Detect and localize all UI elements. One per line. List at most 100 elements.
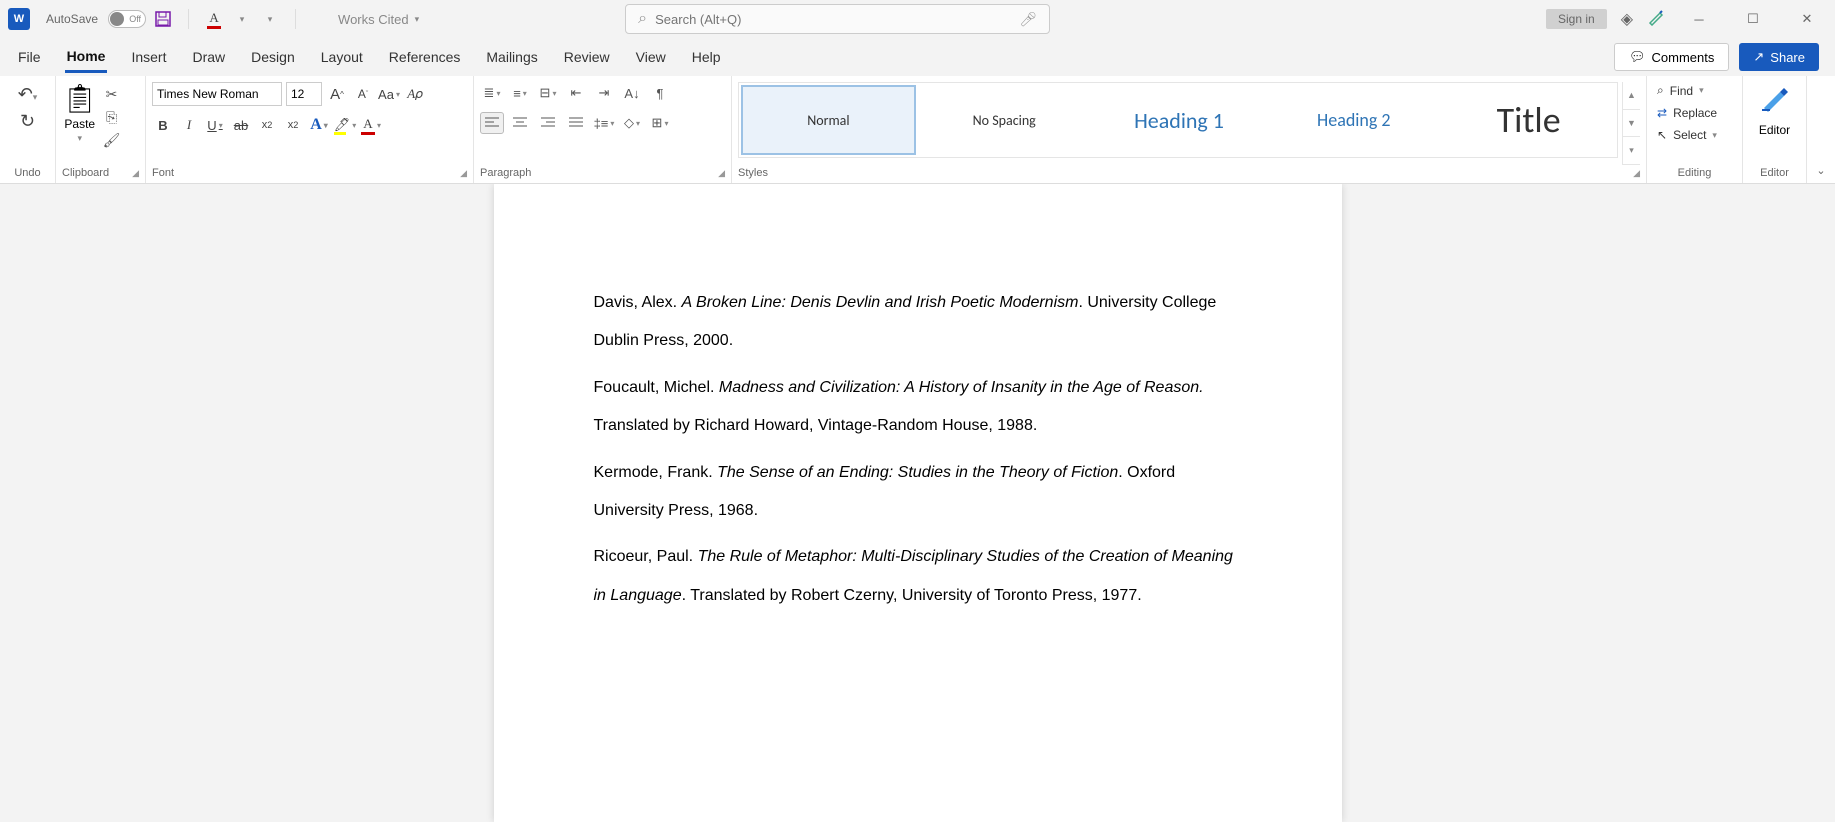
document-area[interactable]: Davis, Alex. A Broken Line: Denis Devlin… [0, 184, 1835, 822]
justify-button[interactable] [564, 112, 588, 134]
comments-button[interactable]: 💬︎ Comments [1614, 43, 1729, 71]
titlebar-right: Sign in ◈ ─ ☐ ✕ [1546, 4, 1827, 34]
tab-references[interactable]: References [387, 43, 463, 71]
tab-insert[interactable]: Insert [129, 43, 168, 71]
comment-icon: 💬︎ [1629, 49, 1646, 65]
line-spacing-button[interactable]: ‡≡ [592, 112, 616, 134]
show-marks-button[interactable]: ¶ [648, 82, 672, 104]
document-title[interactable]: Works Cited ▾ [338, 12, 419, 27]
sign-in-button[interactable]: Sign in [1546, 9, 1607, 29]
highlight-button[interactable]: 🖊︎ [334, 114, 356, 136]
sort-button[interactable]: A↓ [620, 82, 644, 104]
maximize-button[interactable]: ☐ [1733, 4, 1773, 34]
borders-button[interactable]: ⊞ [648, 112, 672, 134]
group-paragraph: ≣ ≡ ⊟ ⇤ ⇥ A↓ ¶ [474, 76, 732, 183]
style-title[interactable]: Title [1442, 85, 1615, 155]
qat-dropdown-icon[interactable]: ▾ [231, 8, 253, 30]
divider [295, 9, 296, 29]
style-heading-2[interactable]: Heading 2 [1267, 85, 1440, 155]
dialog-launcher-icon[interactable]: ◢ [718, 168, 725, 179]
divider [188, 9, 189, 29]
close-button[interactable]: ✕ [1787, 4, 1827, 34]
find-label: Find [1670, 84, 1693, 98]
tab-home[interactable]: Home [65, 42, 108, 73]
minimize-button[interactable]: ─ [1679, 4, 1719, 34]
search-icon: ⌕ [638, 10, 647, 28]
change-case-button[interactable]: Aa [378, 83, 400, 105]
qat-customize-icon[interactable]: ▾ [259, 8, 281, 30]
styles-expand[interactable]: ▾ [1623, 137, 1640, 165]
copy-icon[interactable]: ⎘ [102, 109, 122, 126]
tab-file[interactable]: File [16, 43, 43, 71]
tab-design[interactable]: Design [249, 43, 297, 71]
page[interactable]: Davis, Alex. A Broken Line: Denis Devlin… [494, 184, 1342, 822]
font-color-qat[interactable]: A [203, 8, 225, 30]
superscript-button[interactable]: x2 [282, 114, 304, 136]
group-label-font: Font [152, 167, 174, 179]
shrink-font-button[interactable]: Aˇ [352, 83, 374, 105]
editor-button[interactable]: Editor [1749, 80, 1800, 165]
multilevel-button[interactable]: ⊟ [536, 82, 560, 104]
autosave-label: AutoSave [46, 12, 98, 26]
font-name-select[interactable] [152, 82, 282, 106]
bold-button[interactable]: B [152, 114, 174, 136]
text-effects-button[interactable]: A [308, 114, 330, 136]
styles-scroll-down[interactable]: ▼ [1623, 110, 1640, 138]
tab-layout[interactable]: Layout [319, 43, 365, 71]
bullets-button[interactable]: ≣ [480, 82, 504, 104]
paste-button[interactable]: 📋︎ Paste ▾ [62, 82, 98, 144]
autosave-toggle[interactable]: Off [108, 10, 146, 28]
format-painter-icon[interactable]: 🖌︎ [102, 132, 122, 149]
align-center-button[interactable] [508, 112, 532, 134]
increase-indent-button[interactable]: ⇥ [592, 82, 616, 104]
underline-button[interactable]: U [204, 114, 226, 136]
align-left-button[interactable] [480, 112, 504, 134]
share-button[interactable]: ↗ Share [1739, 43, 1819, 71]
style-no-spacing[interactable]: No Spacing [918, 85, 1091, 155]
select-button[interactable]: ↖Select▾ [1653, 127, 1721, 143]
styles-gallery: Normal No Spacing Heading 1 Heading 2 Ti… [738, 82, 1618, 158]
replace-button[interactable]: ⇄Replace [1653, 105, 1721, 121]
group-label-undo: Undo [6, 165, 49, 181]
citation-author: Kermode, Frank. [594, 464, 718, 481]
italic-button[interactable]: I [178, 114, 200, 136]
tab-mailings[interactable]: Mailings [484, 43, 539, 71]
search-input[interactable] [655, 12, 1019, 27]
dialog-launcher-icon[interactable]: ◢ [132, 168, 139, 179]
diamond-icon[interactable]: ◈ [1621, 9, 1633, 29]
subscript-button[interactable]: x2 [256, 114, 278, 136]
align-right-button[interactable] [536, 112, 560, 134]
find-button[interactable]: ⌕Find▾ [1653, 82, 1708, 99]
shading-button[interactable]: ◇ [620, 112, 644, 134]
undo-button[interactable]: ↶▾ [18, 84, 38, 105]
tab-review[interactable]: Review [562, 43, 612, 71]
dialog-launcher-icon[interactable]: ◢ [460, 168, 467, 179]
tab-help[interactable]: Help [690, 43, 723, 71]
cut-icon[interactable]: ✂︎ [102, 86, 122, 103]
dialog-launcher-icon[interactable]: ◢ [1633, 168, 1640, 179]
citation-entry: Ricoeur, Paul. The Rule of Metaphor: Mul… [594, 538, 1242, 615]
style-normal[interactable]: Normal [741, 85, 916, 155]
styles-scroll-up[interactable]: ▲ [1623, 82, 1640, 110]
style-heading-1[interactable]: Heading 1 [1093, 85, 1266, 155]
decrease-indent-button[interactable]: ⇤ [564, 82, 588, 104]
citation-rest: Translated by Richard Howard, Vintage-Ra… [594, 417, 1038, 434]
tab-view[interactable]: View [634, 43, 668, 71]
collapse-ribbon-button[interactable]: ⌄ [1807, 76, 1835, 183]
grow-font-button[interactable]: A^ [326, 83, 348, 105]
redo-button[interactable]: ↻ [20, 111, 35, 132]
numbering-button[interactable]: ≡ [508, 82, 532, 104]
strikethrough-button[interactable]: ab [230, 114, 252, 136]
editor-label: Editor [1759, 123, 1790, 137]
search-box[interactable]: ⌕ 🎤︎ [625, 4, 1050, 34]
font-color-button[interactable]: A [360, 114, 382, 136]
save-icon[interactable] [152, 8, 174, 30]
microphone-icon[interactable]: 🎤︎ [1019, 11, 1037, 28]
tab-draw[interactable]: Draw [190, 43, 227, 71]
citation-rest: . Translated by Robert Czerny, Universit… [682, 587, 1142, 604]
citation-entry: Foucault, Michel. Madness and Civilizati… [594, 369, 1242, 446]
pen-icon[interactable] [1647, 8, 1665, 31]
font-size-select[interactable] [286, 82, 322, 106]
word-app-icon: W [8, 8, 30, 30]
clear-format-button[interactable]: A𝜌 [404, 83, 426, 105]
